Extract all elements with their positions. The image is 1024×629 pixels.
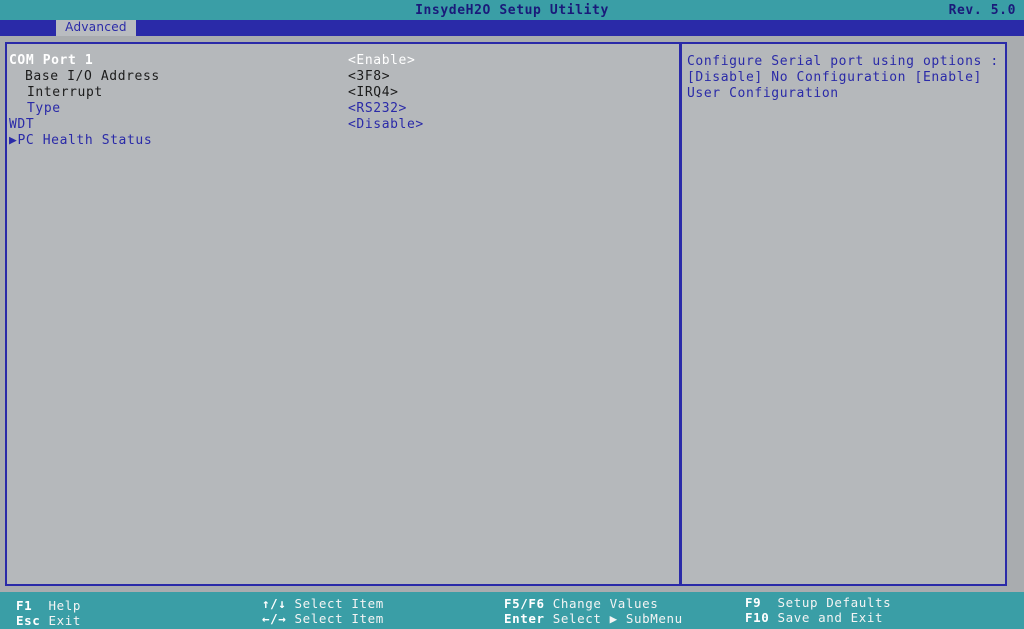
action-setup-defaults: Setup Defaults (777, 595, 892, 610)
setting-row-base-io-address: Base I/O Address <3F8> (9, 69, 669, 85)
key-esc: Esc (16, 613, 41, 628)
setting-value[interactable]: <RS232> (348, 101, 407, 116)
key-enter: Enter (504, 611, 545, 626)
hint-exit: Esc Exit (16, 613, 81, 628)
help-text: Configure Serial port using options : [D… (687, 54, 999, 101)
hint-setup-defaults: F9 Setup Defaults (745, 595, 891, 610)
setting-value[interactable]: <Disable> (348, 117, 424, 132)
app-title: InsydeH2O Setup Utility (415, 3, 609, 18)
action-select-item: Select Item (294, 596, 384, 611)
setting-row-com-port-1[interactable]: COM Port 1 <Enable> (9, 53, 669, 69)
revision-label: Rev. 5.0 (948, 3, 1016, 18)
action-help: Help (48, 598, 82, 613)
settings-panel: COM Port 1 <Enable> Base I/O Address <3F… (5, 42, 681, 586)
setting-row-interrupt: Interrupt <IRQ4> (9, 85, 669, 101)
action-change-values: Change Values (552, 596, 659, 611)
hint-select-submenu: Enter Select ▶ SubMenu (504, 611, 683, 626)
hint-change-values: F5/F6 Change Values (504, 596, 658, 611)
tab-bar: Advanced (0, 20, 1024, 36)
hint-select-item-vertical: ↑/↓ Select Item (262, 596, 384, 611)
hint-select-item-horizontal: ←/→ Select Item (262, 611, 384, 626)
setting-row-wdt[interactable]: WDT <Disable> (9, 117, 669, 133)
setting-row-type[interactable]: Type <RS232> (9, 101, 669, 117)
submenu-pc-health-status[interactable]: ▶PC Health Status (9, 133, 669, 149)
setting-label: WDT (9, 117, 35, 132)
setting-label: COM Port 1 (9, 53, 94, 68)
key-f9: F9 (745, 595, 762, 610)
setting-value: <IRQ4> (348, 85, 399, 100)
action-save-and-exit: Save and Exit (777, 610, 884, 625)
key-f10: F10 (745, 610, 770, 625)
setting-label: Base I/O Address (25, 69, 160, 84)
help-panel: Configure Serial port using options : [D… (680, 42, 1007, 586)
title-bar: InsydeH2O Setup Utility Rev. 5.0 (0, 0, 1024, 20)
footer-key-legend: F1 Help Esc Exit ↑/↓ Select Item ←/→ Sel… (0, 592, 1024, 629)
key-left-right: ←/→ (262, 611, 287, 626)
setting-label: PC Health Status (17, 133, 153, 148)
action-exit: Exit (48, 613, 82, 628)
setting-label: Interrupt (27, 85, 103, 100)
action-select-submenu: Select ▶ SubMenu (552, 611, 683, 626)
hint-help: F1 Help (16, 598, 81, 613)
action-select-item: Select Item (294, 611, 384, 626)
key-f1: F1 (16, 598, 33, 613)
setting-value[interactable]: <Enable> (348, 53, 415, 68)
setting-label: Type (27, 101, 61, 116)
hint-save-and-exit: F10 Save and Exit (745, 610, 883, 625)
tab-advanced[interactable]: Advanced (56, 20, 136, 36)
setting-value: <3F8> (348, 69, 391, 84)
key-up-down: ↑/↓ (262, 596, 287, 611)
key-f5-f6: F5/F6 (504, 596, 545, 611)
